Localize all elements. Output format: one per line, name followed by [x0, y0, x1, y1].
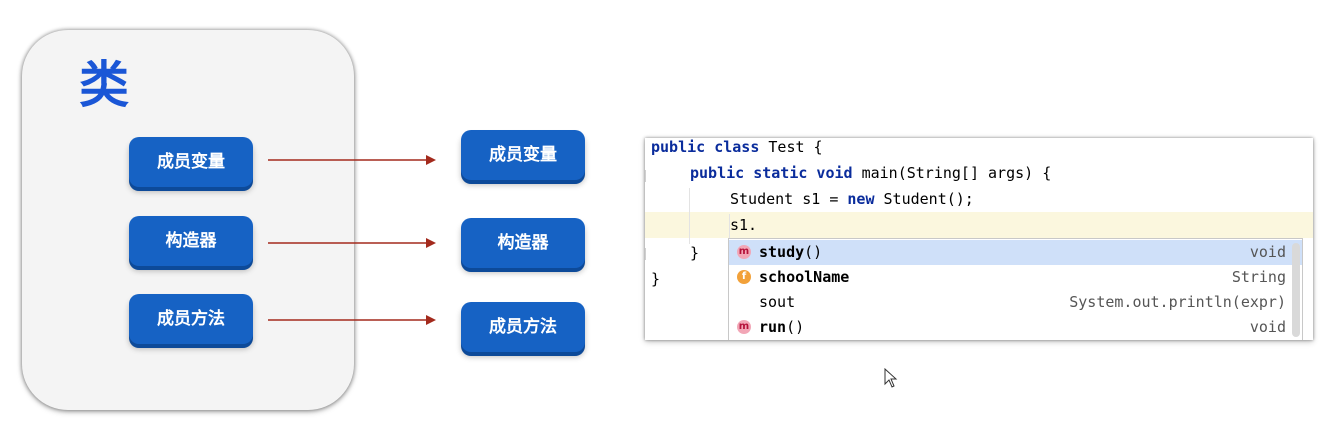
target-member-method-box: 成员方法: [461, 302, 585, 352]
popup-scrollbar[interactable]: [1292, 243, 1300, 337]
suggestion-schoolname[interactable]: f schoolName String: [729, 265, 1302, 290]
member-method-box: 成员方法: [129, 294, 253, 344]
suggestion-name: sout: [759, 293, 796, 311]
suggestion-name: run: [759, 318, 787, 336]
code-line-2: public static void main(String[] args) {: [690, 160, 1051, 186]
suggestion-suffix: (): [786, 318, 805, 336]
method-icon: m: [737, 320, 751, 334]
code-text: Student s1 =: [730, 190, 848, 208]
keyword: new: [847, 190, 875, 208]
arrow-member-variable: [268, 155, 436, 165]
suggestion-study[interactable]: m study() void: [729, 240, 1302, 265]
mouse-cursor-icon: [884, 368, 898, 388]
arrow-member-method: [268, 315, 436, 325]
suggestion-type: void: [1249, 243, 1286, 261]
code-line-1: public class Test {: [651, 138, 823, 160]
code-text: Student();: [874, 190, 974, 208]
suggestion-type: String: [1231, 268, 1286, 286]
target-member-variable-box: 成员变量: [461, 130, 585, 180]
code-line-5: }: [690, 244, 700, 262]
method-icon: m: [737, 245, 751, 259]
suggestion-run[interactable]: m run() void: [729, 315, 1302, 340]
target-constructor-box: 构造器: [461, 218, 585, 268]
suggestion-suffix: (): [804, 243, 823, 261]
class-title: 类: [79, 56, 129, 114]
keyword: public class: [651, 138, 760, 156]
suggestion-sout[interactable]: sout System.out.println(expr): [729, 290, 1302, 315]
fold-marker: [645, 248, 650, 260]
code-line-6: }: [651, 270, 661, 288]
code-text: Test {: [759, 138, 823, 156]
indent-guide: [689, 188, 690, 244]
suggestion-name: study: [759, 243, 805, 261]
fold-marker: [645, 170, 650, 182]
keyword: public static void: [690, 164, 853, 182]
code-line-4: s1.: [730, 216, 758, 234]
member-variable-box: 成员变量: [129, 137, 253, 187]
suggestion-type: void: [1249, 318, 1286, 336]
suggestion-type: System.out.println(expr): [1069, 293, 1286, 311]
arrow-constructor: [268, 238, 436, 248]
code-editor[interactable]: public class Test { public static void m…: [645, 138, 1313, 340]
code-line-3: Student s1 = new Student();: [730, 186, 974, 212]
suggestion-name: schoolName: [759, 268, 850, 286]
field-icon: f: [737, 270, 751, 284]
code-text: main(String[] args) {: [852, 164, 1052, 182]
autocomplete-popup: m study() void f schoolName String sout …: [728, 238, 1303, 340]
constructor-box: 构造器: [129, 216, 253, 266]
